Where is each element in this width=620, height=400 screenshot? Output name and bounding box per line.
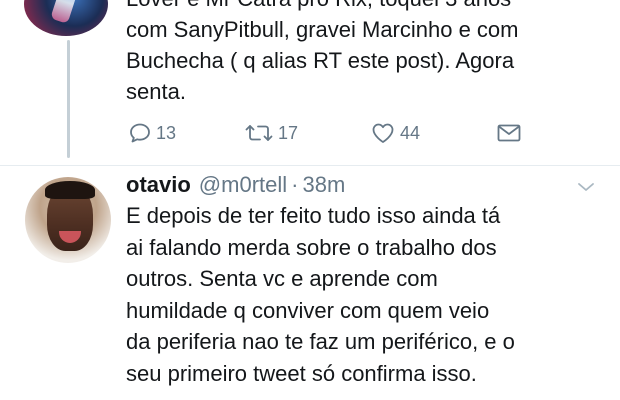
tweet-timestamp[interactable]: 38m: [302, 172, 345, 198]
more-options-button[interactable]: [576, 180, 596, 194]
tweet-text-line: seu primeiro tweet só confirma isso.: [126, 360, 477, 386]
reply-button[interactable]: 13: [128, 121, 176, 145]
tweet-header: otavio @m0rtell · 38m: [126, 172, 596, 202]
tweet-text-line: E depois de ter feito tudo isso ainda tá: [126, 203, 501, 228]
tweet-text: E depois de ter feito tudo isso ainda tá…: [126, 200, 611, 389]
tweet-text-line: humildade q conviver com quem veio: [126, 297, 490, 323]
tweet-actions-bar: 13 17 44: [126, 121, 546, 151]
retweet-button[interactable]: 17: [244, 121, 298, 145]
reply-count: 13: [156, 122, 177, 143]
tweet-text-line: Lover e Mr Catra pro Rix, toquei 3 anos: [126, 0, 511, 11]
tweet-divider: [0, 165, 620, 166]
tweet-text-line: ai falando merda sobre o trabalho dos: [126, 234, 497, 260]
display-name[interactable]: otavio: [126, 172, 191, 198]
direct-message-button[interactable]: [496, 121, 522, 145]
retweet-count: 17: [278, 122, 299, 143]
retweet-icon: [244, 121, 274, 145]
separator-dot: ·: [291, 172, 299, 197]
avatar[interactable]: [24, 0, 108, 36]
avatar[interactable]: [25, 177, 111, 263]
envelope-icon: [496, 121, 522, 145]
tweet-text-line: da periferia nao te faz um periférico, e…: [126, 329, 515, 354]
tweet-text-line: senta.: [126, 79, 186, 104]
user-handle[interactable]: @m0rtell: [199, 172, 287, 198]
tweet-text-line: com SanyPitbull, gravei Marcinho e com: [126, 17, 519, 42]
tweet-text-line: Buchecha ( q alias RT este post). Agora: [126, 48, 515, 73]
heart-icon: [370, 121, 396, 145]
tweet-text-line: outros. Senta vc e aprende com: [126, 266, 438, 291]
like-count: 44: [400, 122, 421, 143]
tweet-text: Lover e Mr Catra pro Rix, toquei 3 anos …: [126, 0, 606, 107]
chevron-down-icon: [576, 181, 596, 198]
like-button[interactable]: 44: [370, 121, 420, 145]
thread-connector-line: [67, 40, 70, 158]
reply-icon: [128, 121, 152, 145]
